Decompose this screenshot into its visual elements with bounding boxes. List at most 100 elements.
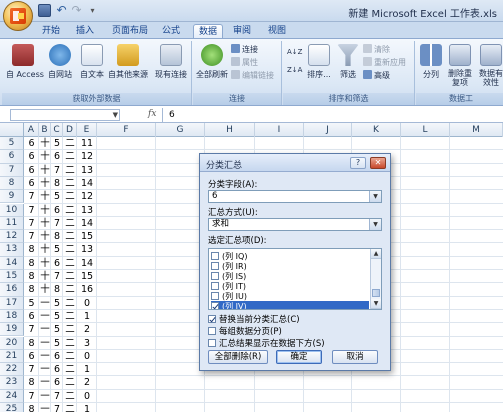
column-header-m[interactable]: M bbox=[450, 123, 503, 137]
cell-c-19[interactable]: 5 bbox=[51, 323, 63, 336]
cell-d-21[interactable]: 二 bbox=[63, 350, 77, 363]
cell-b-16[interactable]: 十 bbox=[39, 283, 51, 296]
cell-b-17[interactable]: 一 bbox=[39, 297, 51, 310]
subtotal-item[interactable]: (列 IV) bbox=[211, 301, 369, 309]
column-header-e[interactable]: E bbox=[77, 123, 97, 137]
chevron-down-icon[interactable]: ▼ bbox=[369, 191, 381, 202]
from-access-button[interactable]: 自 Access bbox=[6, 44, 44, 80]
cell-a-15[interactable]: 8 bbox=[24, 270, 39, 283]
cell-e-7[interactable]: 13 bbox=[77, 164, 97, 177]
cell-c-8[interactable]: 8 bbox=[51, 177, 63, 190]
formula-input[interactable]: 6 bbox=[162, 108, 503, 122]
cell-a-10[interactable]: 7 bbox=[24, 204, 39, 217]
row-header[interactable]: 5 bbox=[0, 137, 24, 151]
cell-c-17[interactable]: 5 bbox=[51, 297, 63, 310]
column-header-d[interactable]: D bbox=[63, 123, 77, 137]
scroll-thumb[interactable] bbox=[372, 289, 380, 297]
row-header[interactable]: 13 bbox=[0, 243, 24, 257]
cell-a-20[interactable]: 8 bbox=[24, 337, 39, 350]
cell-b-10[interactable]: 十 bbox=[39, 204, 51, 217]
cell-e-16[interactable]: 16 bbox=[77, 283, 97, 296]
text-to-columns-button[interactable]: 分列 bbox=[418, 44, 444, 80]
cell-a-16[interactable]: 8 bbox=[24, 283, 39, 296]
cell-c-5[interactable]: 5 bbox=[51, 137, 63, 150]
replace-current-check-icon[interactable] bbox=[208, 315, 216, 323]
cell-c-18[interactable]: 5 bbox=[51, 310, 63, 323]
insert-function-icon[interactable]: fx bbox=[148, 109, 156, 119]
dialog-close-button[interactable]: ✕ bbox=[370, 157, 386, 169]
tab-view[interactable]: 视图 bbox=[264, 24, 290, 38]
summary-below-check-icon[interactable] bbox=[208, 339, 216, 347]
cell-a-7[interactable]: 6 bbox=[24, 164, 39, 177]
checkbox-icon[interactable] bbox=[211, 282, 219, 290]
cell-c-16[interactable]: 8 bbox=[51, 283, 63, 296]
column-header-i[interactable]: I bbox=[255, 123, 304, 137]
tab-review[interactable]: 审阅 bbox=[229, 24, 255, 38]
cell-d-10[interactable]: 二 bbox=[63, 204, 77, 217]
office-button[interactable] bbox=[3, 1, 33, 31]
cell-e-6[interactable]: 12 bbox=[77, 150, 97, 163]
cell-d-12[interactable]: 二 bbox=[63, 230, 77, 243]
cell-a-18[interactable]: 6 bbox=[24, 310, 39, 323]
cell-e-17[interactable]: 0 bbox=[77, 297, 97, 310]
cell-e-8[interactable]: 14 bbox=[77, 177, 97, 190]
cell-d-20[interactable]: 二 bbox=[63, 337, 77, 350]
column-header-f[interactable]: F bbox=[97, 123, 156, 137]
row-header[interactable]: 17 bbox=[0, 296, 24, 310]
column-header-j[interactable]: J bbox=[304, 123, 352, 137]
existing-connections-button[interactable]: 现有连接 bbox=[152, 44, 190, 80]
scroll-down-icon[interactable]: ▼ bbox=[371, 299, 381, 309]
cell-a-21[interactable]: 6 bbox=[24, 350, 39, 363]
tab-home[interactable]: 开始 bbox=[38, 24, 64, 38]
cell-b-18[interactable]: 一 bbox=[39, 310, 51, 323]
cell-d-13[interactable]: 二 bbox=[63, 243, 77, 256]
cell-c-21[interactable]: 6 bbox=[51, 350, 63, 363]
cell-d-22[interactable]: 二 bbox=[63, 363, 77, 376]
column-header-b[interactable]: B bbox=[39, 123, 51, 137]
cell-c-22[interactable]: 6 bbox=[51, 363, 63, 376]
cell-e-10[interactable]: 13 bbox=[77, 204, 97, 217]
cell-a-23[interactable]: 8 bbox=[24, 376, 39, 389]
summary-below-checkbox[interactable]: 汇总结果显示在数据下方(S) bbox=[208, 337, 325, 349]
cell-e-9[interactable]: 12 bbox=[77, 190, 97, 203]
cell-d-6[interactable]: 二 bbox=[63, 150, 77, 163]
column-header-c[interactable]: C bbox=[51, 123, 63, 137]
cell-d-11[interactable]: 二 bbox=[63, 217, 77, 230]
replace-current-checkbox[interactable]: 替换当前分类汇总(C) bbox=[208, 313, 300, 325]
cell-e-11[interactable]: 14 bbox=[77, 217, 97, 230]
cell-a-25[interactable]: 8 bbox=[24, 403, 39, 412]
function-select[interactable]: 求和 ▼ bbox=[208, 218, 382, 231]
page-break-checkbox[interactable]: 每组数据分页(P) bbox=[208, 325, 282, 337]
cell-e-23[interactable]: 2 bbox=[77, 376, 97, 389]
row-header[interactable]: 14 bbox=[0, 256, 24, 270]
page-break-check-icon[interactable] bbox=[208, 327, 216, 335]
row-header[interactable]: 7 bbox=[0, 163, 24, 177]
cell-e-22[interactable]: 1 bbox=[77, 363, 97, 376]
row-header[interactable]: 6 bbox=[0, 150, 24, 164]
cell-a-22[interactable]: 7 bbox=[24, 363, 39, 376]
cell-e-12[interactable]: 15 bbox=[77, 230, 97, 243]
cell-b-13[interactable]: 十 bbox=[39, 243, 51, 256]
cell-c-13[interactable]: 5 bbox=[51, 243, 63, 256]
cell-a-17[interactable]: 5 bbox=[24, 297, 39, 310]
name-box[interactable]: ▼ bbox=[10, 109, 120, 121]
properties-button[interactable]: 属性 bbox=[231, 57, 258, 68]
cell-b-15[interactable]: 十 bbox=[39, 270, 51, 283]
cell-b-24[interactable]: 一 bbox=[39, 390, 51, 403]
cell-e-5[interactable]: 11 bbox=[77, 137, 97, 150]
cell-b-22[interactable]: 一 bbox=[39, 363, 51, 376]
cell-d-9[interactable]: 二 bbox=[63, 190, 77, 203]
row-header[interactable]: 19 bbox=[0, 323, 24, 337]
cell-e-18[interactable]: 1 bbox=[77, 310, 97, 323]
tab-data[interactable]: 数据 bbox=[193, 24, 223, 38]
checkbox-icon[interactable] bbox=[211, 302, 219, 309]
cell-e-19[interactable]: 2 bbox=[77, 323, 97, 336]
column-header-k[interactable]: K bbox=[352, 123, 401, 137]
cell-a-19[interactable]: 7 bbox=[24, 323, 39, 336]
cell-b-23[interactable]: 一 bbox=[39, 376, 51, 389]
cell-d-19[interactable]: 二 bbox=[63, 323, 77, 336]
cell-a-9[interactable]: 7 bbox=[24, 190, 39, 203]
row-header[interactable]: 8 bbox=[0, 176, 24, 191]
row-header[interactable]: 16 bbox=[0, 283, 24, 297]
row-header[interactable]: 23 bbox=[0, 376, 24, 390]
